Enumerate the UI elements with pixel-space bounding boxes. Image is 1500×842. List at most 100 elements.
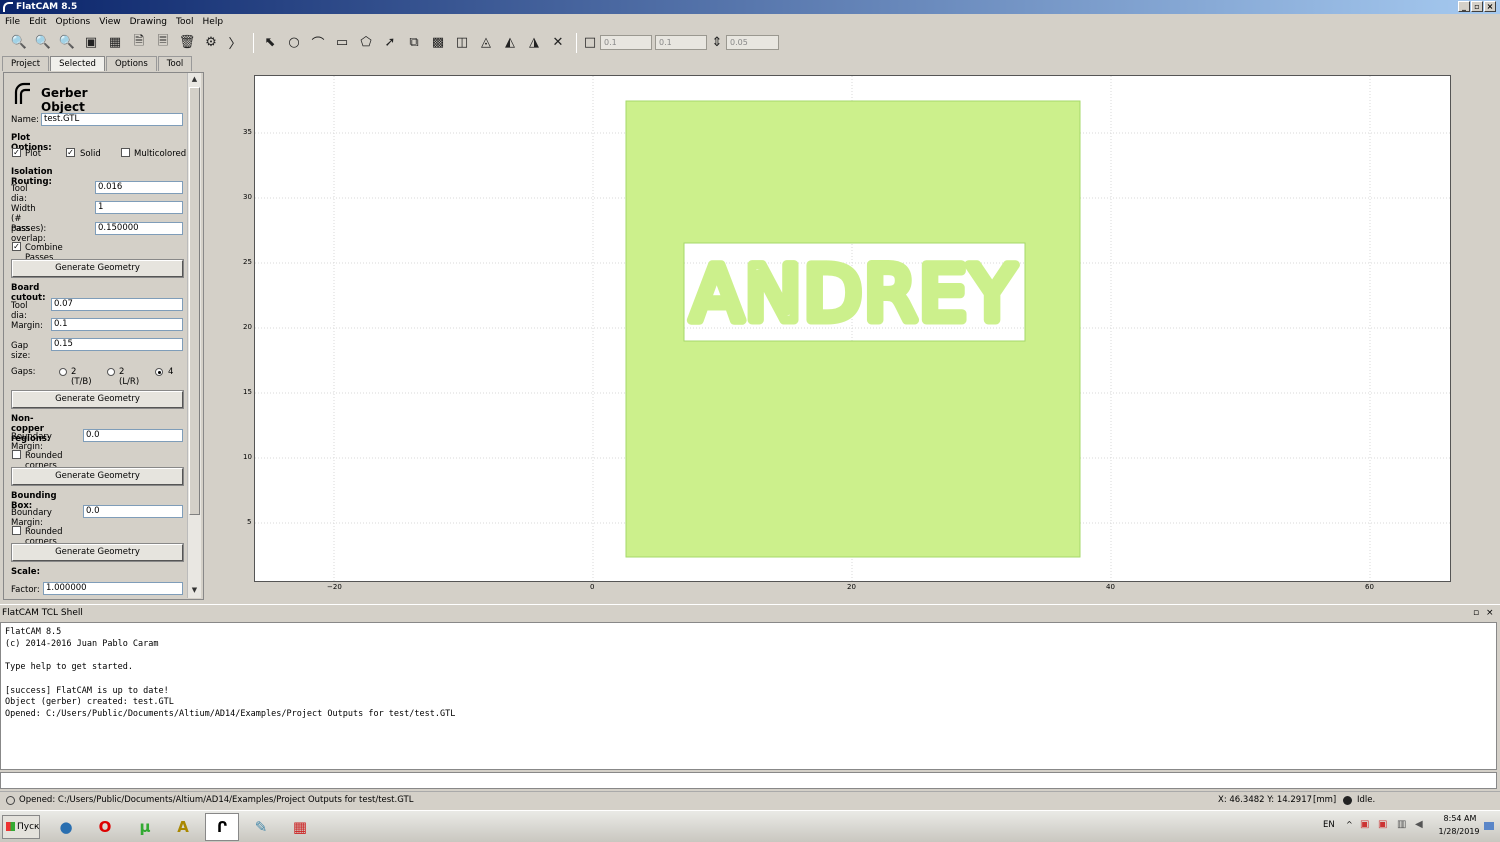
shell-command-input[interactable]	[0, 772, 1497, 789]
volume-icon[interactable]: ◀	[1415, 819, 1423, 830]
tab-tool[interactable]: Tool	[157, 56, 193, 71]
opera-icon[interactable]: O	[88, 813, 122, 841]
replot-icon[interactable]: ▦	[104, 32, 126, 54]
union-icon[interactable]: ◫	[451, 32, 473, 54]
gaps-4-radio[interactable]	[155, 368, 163, 376]
name-input[interactable]: test.GTL	[41, 113, 183, 126]
scroll-down-icon[interactable]: ▼	[189, 585, 200, 596]
close-button[interactable]: ×	[1484, 1, 1496, 12]
zoom-out-icon[interactable]: 🔍	[56, 32, 78, 54]
noncopper-boundary-input[interactable]: 0.0	[83, 429, 183, 442]
undock-icon[interactable]: ▫	[1473, 605, 1479, 622]
scroll-thumb[interactable]	[189, 87, 200, 515]
zoom-fit-icon[interactable]: 🔍	[8, 32, 30, 54]
move-icon[interactable]: ⧉	[403, 32, 425, 54]
panel-scrollbar[interactable]: ▲ ▼	[187, 73, 201, 598]
shell-close-icon[interactable]: ×	[1486, 605, 1494, 622]
snap-y-input[interactable]: 0.1	[655, 35, 707, 50]
generate-noncopper-geometry-button[interactable]: Generate Geometry	[11, 467, 184, 486]
circle-icon[interactable]: ○	[283, 32, 305, 54]
pass-overlap-input[interactable]: 0.150000	[95, 222, 183, 235]
network-icon[interactable]: ▥	[1397, 819, 1406, 830]
noncopper-boundary-label: Boundary Margin:	[11, 432, 52, 452]
cutout-tool-dia-input[interactable]: 0.07	[51, 298, 183, 311]
generate-cutout-geometry-button[interactable]: Generate Geometry	[11, 390, 184, 409]
cnc-job-icon[interactable]: ⚙	[200, 32, 222, 54]
width-passes-input[interactable]: 1	[95, 201, 183, 214]
clock-time[interactable]: 8:54 AM	[1440, 814, 1480, 823]
delete-object-icon[interactable]: 🗑	[176, 32, 198, 54]
show-desktop-icon[interactable]	[1484, 822, 1494, 830]
corner-snap-icon[interactable]: ⇕	[710, 32, 724, 54]
title-bar: FlatCAM 8.5 _ ▫ ×	[0, 0, 1500, 14]
bbox-rounded-checkbox[interactable]	[12, 526, 21, 535]
plot-checkbox[interactable]: ✓	[12, 148, 21, 157]
clock-date[interactable]: 1/28/2019	[1436, 827, 1482, 836]
noncopper-rounded-checkbox[interactable]	[12, 450, 21, 459]
arc-icon[interactable]: ⌒	[307, 32, 329, 54]
rectangle-icon[interactable]: ▭	[331, 32, 353, 54]
menu-file[interactable]: File	[5, 17, 20, 27]
thunderbird-icon[interactable]: ●	[49, 813, 83, 841]
gaps-tb-radio[interactable]	[59, 368, 67, 376]
snap-max-input[interactable]: 0.05	[726, 35, 779, 50]
factor-input[interactable]: 1.000000	[43, 582, 183, 595]
shell-icon[interactable]: 〉	[224, 32, 246, 54]
clear-plot-icon[interactable]: ▣	[80, 32, 102, 54]
tab-options[interactable]: Options	[105, 56, 157, 71]
tray-app-icon[interactable]: ▣	[1360, 819, 1369, 830]
combine-passes-checkbox[interactable]: ✓	[12, 242, 21, 251]
shell-line: [success] FlatCAM is up to date!	[5, 685, 169, 696]
language-indicator[interactable]: EN	[1323, 820, 1335, 830]
polygon-icon[interactable]: ⬠	[355, 32, 377, 54]
new-project-icon[interactable]: 🗎	[128, 32, 150, 54]
app-window-icon[interactable]: ▦	[283, 813, 317, 841]
tool-dia-input[interactable]: 0.016	[95, 181, 183, 194]
grid-snap-icon[interactable]: □	[582, 32, 598, 54]
multicolored-checkbox[interactable]	[121, 148, 130, 157]
generate-isolation-geometry-button[interactable]: Generate Geometry	[11, 259, 184, 278]
snap-x-input[interactable]: 0.1	[600, 35, 652, 50]
zoom-in-icon[interactable]: 🔍	[32, 32, 54, 54]
minimize-button[interactable]: _	[1458, 1, 1470, 12]
menu-help[interactable]: Help	[203, 17, 224, 27]
shell-line: (c) 2014-2016 Juan Pablo Caram	[5, 638, 159, 649]
margin-input[interactable]: 0.1	[51, 318, 183, 331]
flatcam-task-icon[interactable]: Ր	[205, 813, 239, 841]
path-icon[interactable]: ➚	[379, 32, 401, 54]
solid-checkbox[interactable]: ✓	[66, 148, 75, 157]
generate-bbox-geometry-button[interactable]: Generate Geometry	[11, 543, 184, 562]
gaps-lr-radio[interactable]	[107, 368, 115, 376]
new-geometry-icon[interactable]: 🗏	[152, 32, 174, 54]
menu-view[interactable]: View	[99, 17, 120, 27]
utorrent-icon[interactable]: µ	[128, 813, 162, 841]
y-tick: 15	[243, 388, 252, 396]
cut-path-icon[interactable]: ◮	[523, 32, 545, 54]
select-arrow-icon[interactable]: ⬉	[259, 32, 281, 54]
gap-size-input[interactable]: 0.15	[51, 338, 183, 351]
intersection-icon[interactable]: ◬	[475, 32, 497, 54]
plot-canvas[interactable]: ANDREY	[254, 75, 1452, 583]
tray-security-icon[interactable]: ▣	[1378, 819, 1387, 830]
start-button[interactable]: Пуск	[2, 815, 40, 839]
menu-drawing[interactable]: Drawing	[130, 17, 167, 27]
x-tick: 0	[590, 583, 595, 591]
menu-options[interactable]: Options	[56, 17, 91, 27]
delete-shape-icon[interactable]: ✕	[547, 32, 569, 54]
subtract-icon[interactable]: ◭	[499, 32, 521, 54]
altium-icon[interactable]: A	[166, 813, 200, 841]
buffer-icon[interactable]: ▩	[427, 32, 449, 54]
paint-icon[interactable]: ✎	[244, 813, 278, 841]
bbox-boundary-input[interactable]: 0.0	[83, 505, 183, 518]
restore-button[interactable]: ▫	[1471, 1, 1483, 12]
tray-expand-icon[interactable]: ^	[1346, 820, 1353, 829]
y-tick: 20	[243, 323, 252, 331]
scroll-up-icon[interactable]: ▲	[189, 74, 200, 85]
tab-selected[interactable]: Selected	[50, 56, 105, 71]
gaps-tb-label: 2 (T/B)	[71, 367, 92, 387]
menu-tool[interactable]: Tool	[176, 17, 193, 27]
tab-project[interactable]: Project	[2, 56, 50, 71]
bbox-boundary-label: Boundary Margin:	[11, 508, 52, 528]
notebook-tabs: Project Selected Options Tool	[2, 56, 193, 71]
menu-edit[interactable]: Edit	[29, 17, 46, 27]
